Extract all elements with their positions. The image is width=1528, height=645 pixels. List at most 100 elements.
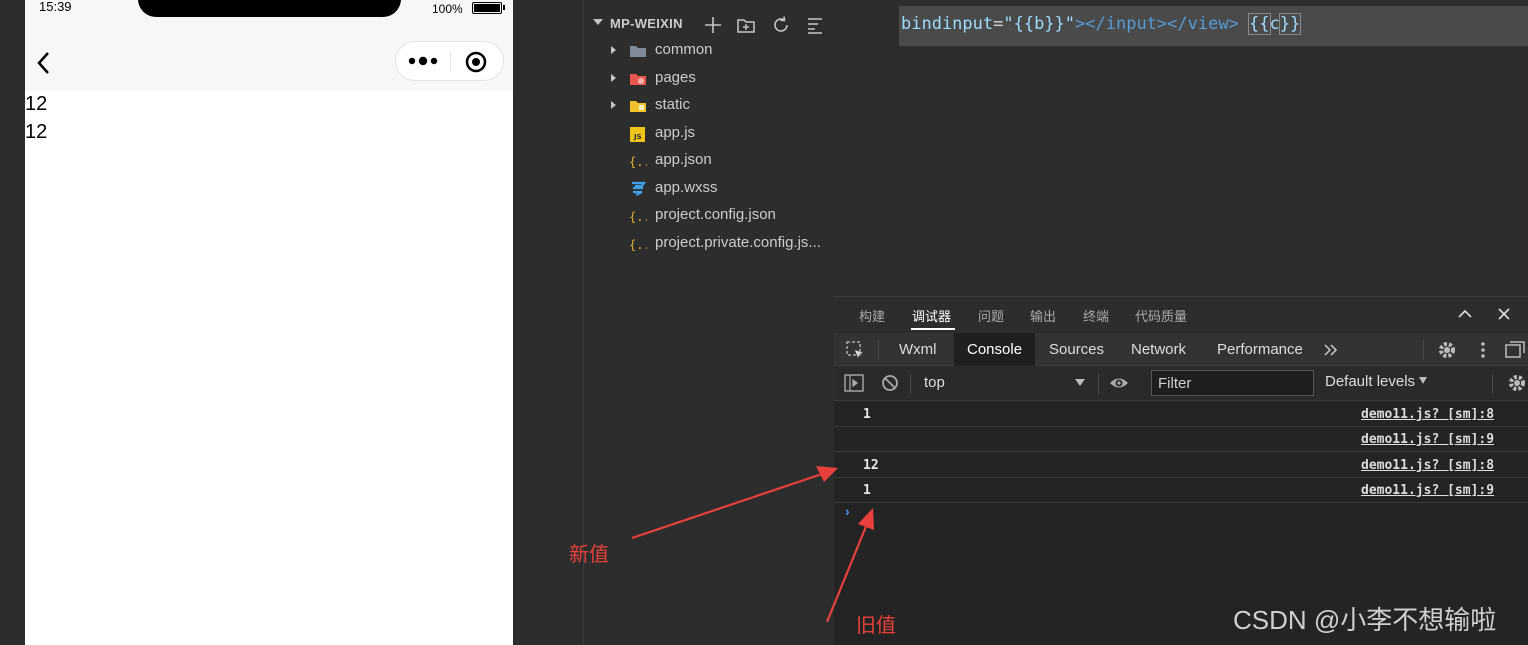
status-bar: 15:39 100% — [25, 0, 513, 20]
console-settings-gear-icon[interactable] — [1506, 372, 1528, 394]
toolbar-divider — [910, 374, 911, 394]
log-value: 12 — [863, 458, 879, 473]
log-source-link[interactable]: demo11.js? [sm]:9 — [1361, 432, 1494, 447]
log-source-link[interactable]: demo11.js? [sm]:8 — [1361, 458, 1494, 473]
new-folder-icon[interactable] — [736, 15, 756, 35]
kebab-menu-icon[interactable] — [1472, 339, 1494, 361]
code-brace-open: {{ — [1248, 13, 1271, 35]
code-line: bindinput="{{b}}"></input></view> {{c}} — [901, 13, 1302, 35]
more-tabs-icon[interactable] — [1320, 339, 1342, 361]
pages-folder-icon — [630, 74, 646, 85]
battery-fill — [474, 4, 500, 12]
static-folder-icon — [630, 101, 646, 112]
console-prompt-icon[interactable]: › — [845, 503, 850, 519]
json-file-icon: {..} — [629, 210, 647, 224]
more-dots-icon[interactable] — [406, 51, 446, 71]
tree-item-app-json[interactable]: {..} app.json — [584, 148, 835, 174]
sidebar-toggle-icon[interactable] — [843, 372, 865, 394]
tree-item-app-wxss[interactable]: app.wxss — [584, 176, 835, 202]
phone-notch — [138, 0, 401, 17]
battery-percent: 100% — [432, 2, 463, 16]
code-brace-close: }} — [1278, 13, 1302, 35]
filter-input[interactable] — [1151, 370, 1314, 396]
code-tags: ></input></view> — [1075, 14, 1239, 34]
toolbar-divider — [1423, 340, 1424, 360]
log-source-link[interactable]: demo11.js? [sm]:9 — [1361, 483, 1494, 498]
tab-output[interactable]: 输出 — [1030, 306, 1056, 325]
code-editor[interactable]: bindinput="{{b}}"></input></view> {{c}} — [834, 0, 1528, 296]
close-target-icon[interactable] — [464, 51, 488, 73]
tree-item-app-js[interactable]: JS app.js — [584, 121, 835, 147]
tab-code-quality[interactable]: 代码质量 — [1135, 306, 1187, 325]
log-levels-select[interactable]: Default levels — [1325, 373, 1428, 390]
tab-build[interactable]: 构建 — [859, 306, 885, 325]
console-log-row: demo11.js? [sm]:9 — [834, 427, 1528, 452]
undock-icon[interactable] — [1504, 339, 1526, 361]
close-icon[interactable] — [1495, 305, 1513, 323]
refresh-icon[interactable] — [771, 15, 791, 35]
project-header[interactable]: MP-WEIXIN — [584, 10, 835, 38]
file-explorer: MP-WEIXIN common pages static JS app.js … — [583, 0, 834, 645]
tree-item-common[interactable]: common — [584, 38, 835, 64]
tab-network[interactable]: Network — [1118, 333, 1199, 366]
collapse-all-icon[interactable] — [805, 15, 825, 35]
new-file-icon[interactable] — [703, 15, 723, 35]
console-toolbar: top Default levels — [834, 366, 1528, 401]
gear-icon[interactable] — [1436, 339, 1458, 361]
tab-terminal[interactable]: 终端 — [1083, 306, 1109, 325]
project-title: MP-WEIXIN — [610, 16, 683, 31]
tree-item-label: project.config.json — [655, 206, 776, 223]
back-arrow-icon[interactable] — [33, 50, 55, 76]
tree-item-label: app.js — [655, 124, 696, 141]
tree-item-pages[interactable]: pages — [584, 66, 835, 92]
context-label: top — [924, 374, 945, 391]
svg-text:{..}: {..} — [629, 210, 647, 224]
debug-panel: 构建 调试器 问题 输出 终端 代码质量 Wxml Console Source… — [834, 296, 1528, 645]
tree-item-label: app.json — [655, 151, 712, 168]
log-value: 1 — [863, 407, 871, 422]
simulator-panel: 15:39 100% 12 12 — [0, 0, 583, 645]
code-attr: bindinput — [901, 14, 994, 34]
chevron-right-icon — [611, 46, 616, 54]
clear-console-icon[interactable] — [879, 372, 901, 394]
nav-bar — [25, 20, 513, 91]
svg-text:{..}: {..} — [629, 155, 647, 169]
inspect-element-icon[interactable] — [844, 339, 866, 361]
svg-text:JS: JS — [633, 133, 642, 141]
code-equals: = — [993, 14, 1004, 34]
tree-item-static[interactable]: static — [584, 93, 835, 119]
chevron-right-icon — [611, 101, 616, 109]
tab-console[interactable]: Console — [954, 333, 1036, 366]
watermark: CSDN @小李不想输啦 — [1233, 605, 1497, 635]
page-text-line: 12 — [25, 93, 48, 115]
tree-item-label: app.wxss — [655, 179, 718, 196]
tab-wxml[interactable]: Wxml — [886, 333, 950, 366]
tree-item-label: pages — [655, 69, 696, 86]
eye-icon[interactable] — [1108, 372, 1130, 394]
chevron-up-icon[interactable] — [1456, 305, 1474, 323]
tab-performance[interactable]: Performance — [1204, 333, 1316, 366]
caret-down-icon — [1419, 377, 1428, 384]
toolbar-divider — [1492, 374, 1493, 394]
old-value-annotation: 旧值 — [856, 615, 896, 637]
battery-icon — [472, 2, 502, 14]
code-value: "{{b}}" — [1003, 14, 1076, 34]
log-source-link[interactable]: demo11.js? [sm]:8 — [1361, 407, 1494, 422]
json-file-icon: {..} — [629, 238, 647, 252]
tree-item-label: project.private.config.js... — [655, 234, 821, 251]
context-select[interactable]: top — [914, 371, 1094, 395]
tree-item-label: common — [655, 41, 713, 58]
tab-sources[interactable]: Sources — [1036, 333, 1117, 366]
tree-item-project-private-config[interactable]: {..} project.private.config.js... — [584, 231, 835, 257]
devtools-toolbar: Wxml Console Sources Network Performance — [834, 333, 1528, 366]
tree-item-project-config[interactable]: {..} project.config.json — [584, 203, 835, 229]
log-value: 1 — [863, 483, 871, 498]
panel-tab-bar: 构建 调试器 问题 输出 终端 代码质量 — [834, 297, 1528, 333]
tab-problems[interactable]: 问题 — [978, 306, 1004, 325]
screenshot-root: 15:39 100% 12 12 MP-WEIXIN common pages … — [0, 0, 1528, 645]
chevron-down-icon — [593, 19, 603, 25]
page-text-line: 12 — [25, 121, 48, 143]
tab-debugger[interactable]: 调试器 — [912, 306, 951, 325]
chevron-right-icon — [611, 74, 616, 82]
